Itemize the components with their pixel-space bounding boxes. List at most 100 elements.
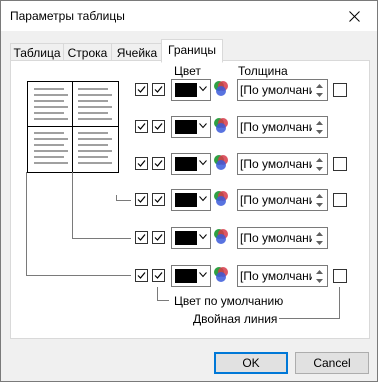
color-swatch — [175, 157, 197, 171]
border-row-inner-vertical: [По умолчанию] — [11, 227, 369, 251]
preview-text-line — [34, 106, 68, 108]
ok-label: OK — [242, 356, 260, 370]
checkmark-icon — [154, 160, 163, 167]
checkmark-icon — [154, 86, 163, 93]
border-checkbox[interactable] — [135, 157, 148, 170]
color-dropdown[interactable] — [171, 265, 211, 287]
border-row-inner-horizontal: [По умолчанию] — [11, 116, 369, 140]
color-wheel-icon[interactable] — [211, 265, 231, 285]
double-line-checkbox[interactable] — [333, 83, 347, 97]
checkmark-icon — [154, 196, 163, 203]
preview-text-line — [34, 150, 68, 152]
close-button[interactable] — [331, 1, 377, 31]
window-title: Параметры таблицы — [10, 9, 125, 23]
title-bar: Параметры таблицы — [1, 1, 377, 31]
chevron-down-icon — [199, 86, 207, 92]
default-color-checkbox[interactable] — [152, 157, 165, 170]
color-swatch — [175, 193, 197, 207]
table-properties-dialog: Параметры таблицы Таблица Строка Ячейка … — [0, 0, 378, 382]
double-line-label: Двойная линия — [193, 312, 278, 326]
thickness-value: [По умолчанию] — [240, 193, 312, 207]
color-wheel-icon[interactable] — [211, 79, 231, 99]
chevron-down-icon — [199, 196, 207, 202]
preview-text-line — [78, 150, 112, 152]
default-color-checkbox[interactable] — [152, 193, 165, 206]
color-wheel-icon[interactable] — [211, 227, 231, 247]
legend-line-double-line — [339, 287, 340, 319]
tab-label: Строка — [67, 46, 108, 60]
color-dropdown[interactable] — [171, 189, 211, 211]
borders-panel: Цвет Толщина [По умолчанию] — [10, 60, 370, 339]
close-icon — [348, 10, 360, 22]
chevron-down-icon — [199, 160, 207, 166]
preview-text-line — [34, 112, 64, 114]
tab-label: Таблица — [13, 46, 61, 60]
color-dropdown[interactable] — [171, 116, 211, 138]
preview-text-line — [78, 106, 112, 108]
thickness-spinbox[interactable]: [По умолчанию] — [237, 116, 328, 138]
default-color-checkbox[interactable] — [152, 269, 165, 282]
chevron-down-icon — [199, 234, 207, 240]
legend-line-default-color — [157, 300, 169, 301]
border-checkbox[interactable] — [135, 269, 148, 282]
spin-arrows-icon[interactable] — [313, 267, 326, 285]
double-line-checkbox[interactable] — [333, 157, 347, 171]
color-swatch — [175, 83, 197, 97]
connector-left — [26, 172, 27, 276]
thickness-spinbox[interactable]: [По умолчанию] — [237, 79, 328, 101]
ok-button[interactable]: OK — [214, 352, 288, 374]
checkmark-icon — [137, 196, 146, 203]
cancel-button[interactable]: Cancel — [295, 352, 369, 374]
default-color-checkbox[interactable] — [152, 231, 165, 244]
thickness-spinbox[interactable]: [По умолчанию] — [237, 265, 328, 287]
chevron-down-icon — [199, 123, 207, 129]
color-header: Цвет — [174, 64, 201, 78]
thickness-header: Толщина — [238, 64, 288, 78]
thickness-value: [По умолчанию] — [240, 269, 312, 283]
thickness-value: [По умолчанию] — [240, 231, 312, 245]
checkmark-icon — [137, 272, 146, 279]
thickness-value: [По умолчанию] — [240, 157, 312, 171]
border-row-left: [По умолчанию] — [11, 265, 369, 289]
spin-arrows-icon[interactable] — [313, 81, 326, 99]
cancel-label: Cancel — [313, 356, 351, 370]
default-color-checkbox[interactable] — [152, 83, 165, 96]
spin-arrows-icon[interactable] — [313, 229, 326, 247]
default-color-label: Цвет по умолчанию — [174, 294, 284, 308]
thickness-spinbox[interactable]: [По умолчанию] — [237, 227, 328, 249]
color-dropdown[interactable] — [171, 227, 211, 249]
spin-arrows-icon[interactable] — [313, 118, 326, 136]
spin-arrows-icon[interactable] — [313, 191, 326, 209]
checkmark-icon — [154, 272, 163, 279]
preview-text-line — [78, 112, 108, 114]
border-checkbox[interactable] — [135, 83, 148, 96]
color-wheel-icon[interactable] — [211, 153, 231, 173]
chevron-down-icon — [199, 272, 207, 278]
spin-arrows-icon[interactable] — [313, 155, 326, 173]
checkmark-icon — [137, 86, 146, 93]
default-color-checkbox[interactable] — [152, 120, 165, 133]
checkmark-icon — [137, 123, 146, 130]
tab-label: Ячейка — [116, 46, 158, 60]
tab-borders[interactable]: Границы — [161, 39, 223, 63]
tab-label: Границы — [168, 43, 216, 57]
color-wheel-icon[interactable] — [211, 116, 231, 136]
double-line-checkbox[interactable] — [333, 193, 347, 207]
color-dropdown[interactable] — [171, 153, 211, 175]
thickness-spinbox[interactable]: [По умолчанию] — [237, 153, 328, 175]
color-dropdown[interactable] — [171, 79, 211, 101]
border-row-top: [По умолчанию] — [11, 79, 369, 103]
color-swatch — [175, 120, 197, 134]
border-checkbox[interactable] — [135, 120, 148, 133]
border-checkbox[interactable] — [135, 193, 148, 206]
double-line-checkbox[interactable] — [333, 269, 347, 283]
color-wheel-icon[interactable] — [211, 189, 231, 209]
border-row-bottom: [По умолчанию] — [11, 153, 369, 177]
border-checkbox[interactable] — [135, 231, 148, 244]
legend-line-double-line — [279, 318, 340, 319]
thickness-spinbox[interactable]: [По умолчанию] — [237, 189, 328, 211]
legend-line-default-color — [157, 287, 158, 301]
checkmark-icon — [154, 234, 163, 241]
thickness-value: [По умолчанию] — [240, 83, 312, 97]
checkmark-icon — [154, 123, 163, 130]
